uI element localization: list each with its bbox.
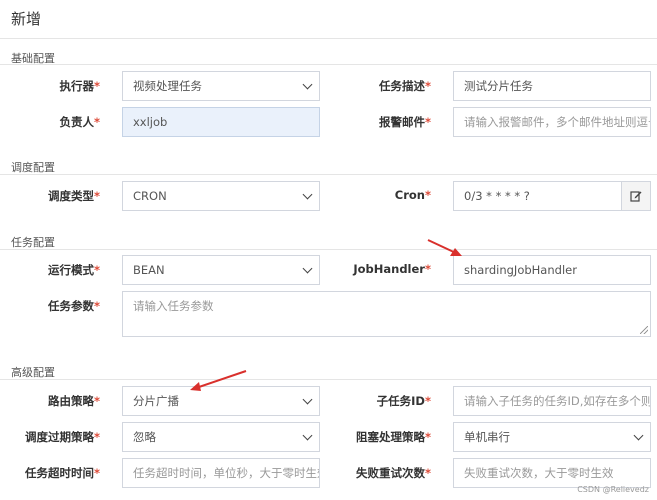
arrow-to-route-icon <box>190 370 247 391</box>
watermark: CSDN @Relievedz <box>577 485 649 494</box>
annotation-arrows <box>190 239 462 391</box>
arrow-to-jobhandler-icon <box>427 239 462 256</box>
